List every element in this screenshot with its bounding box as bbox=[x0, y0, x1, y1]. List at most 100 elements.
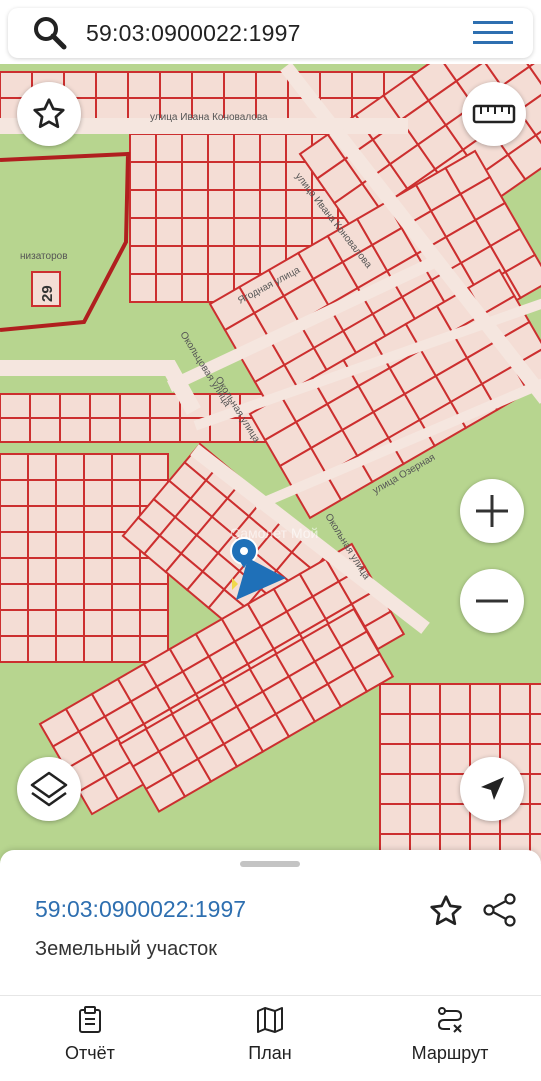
land-parcel bbox=[55, 635, 85, 663]
map-plan-icon bbox=[257, 1007, 283, 1033]
land-parcel bbox=[529, 683, 541, 715]
land-parcel bbox=[439, 803, 471, 835]
land-parcel bbox=[181, 245, 209, 275]
tab-report[interactable]: Отчёт bbox=[10, 996, 170, 1081]
land-parcel bbox=[233, 189, 261, 219]
land-parcel bbox=[155, 161, 183, 191]
land-parcel bbox=[83, 453, 113, 481]
land-parcel bbox=[155, 189, 183, 219]
minus-icon bbox=[476, 599, 508, 603]
land-parcel bbox=[409, 713, 441, 745]
land-parcel bbox=[129, 161, 157, 191]
layers-icon bbox=[30, 771, 68, 807]
route-icon bbox=[437, 1007, 463, 1033]
zoom-in-button[interactable] bbox=[460, 479, 524, 543]
star-outline-icon[interactable] bbox=[428, 893, 464, 929]
land-parcel bbox=[27, 557, 57, 585]
land-parcel bbox=[83, 505, 113, 533]
ruler-button[interactable] bbox=[462, 82, 526, 146]
land-parcel bbox=[27, 479, 57, 507]
land-parcel bbox=[529, 743, 541, 775]
land-parcel bbox=[0, 609, 29, 637]
land-parcel bbox=[379, 803, 411, 835]
land-parcel bbox=[111, 609, 141, 637]
land-parcel bbox=[55, 479, 85, 507]
search-bar[interactable]: 59:03:0900022:1997 bbox=[8, 8, 533, 58]
land-parcel bbox=[139, 609, 169, 637]
land-parcel bbox=[0, 635, 29, 663]
land-parcel bbox=[0, 531, 29, 559]
land-parcel bbox=[29, 393, 61, 419]
ruler-icon bbox=[472, 104, 516, 124]
land-parcel bbox=[379, 683, 411, 715]
land-parcel bbox=[95, 71, 129, 99]
land-parcel bbox=[259, 161, 287, 191]
land-parcel bbox=[259, 133, 287, 163]
parcel-block-west bbox=[0, 453, 169, 663]
land-parcel bbox=[207, 189, 235, 219]
land-parcel bbox=[181, 189, 209, 219]
land-parcel bbox=[149, 393, 181, 419]
land-parcel bbox=[155, 273, 183, 303]
land-parcel bbox=[127, 71, 161, 99]
menu-icon[interactable] bbox=[473, 19, 513, 47]
navigation-arrow-icon bbox=[481, 777, 504, 800]
land-parcel bbox=[469, 713, 501, 745]
land-parcel bbox=[111, 557, 141, 585]
zoom-out-button[interactable] bbox=[460, 569, 524, 633]
land-parcel bbox=[223, 71, 257, 99]
land-parcel bbox=[27, 583, 57, 611]
land-parcel bbox=[0, 505, 29, 533]
land-parcel bbox=[89, 417, 121, 443]
land-parcel bbox=[27, 453, 57, 481]
land-parcel bbox=[529, 773, 541, 805]
land-parcel bbox=[499, 683, 531, 715]
land-parcel bbox=[129, 273, 157, 303]
land-parcel bbox=[379, 773, 411, 805]
land-parcel bbox=[129, 189, 157, 219]
share-icon[interactable] bbox=[481, 891, 519, 929]
plus-icon bbox=[476, 495, 508, 527]
land-parcel bbox=[111, 453, 141, 481]
land-parcel bbox=[55, 557, 85, 585]
land-parcel bbox=[0, 557, 29, 585]
land-parcel bbox=[181, 161, 209, 191]
land-parcel bbox=[129, 217, 157, 247]
map-view[interactable]: улица Ивана Коновалова улица Ивана Конов… bbox=[0, 64, 541, 864]
land-parcel bbox=[149, 417, 181, 443]
sheet-handle[interactable] bbox=[240, 861, 300, 867]
land-parcel bbox=[499, 713, 531, 745]
favorite-button[interactable] bbox=[17, 82, 81, 146]
land-parcel bbox=[207, 217, 235, 247]
tab-plan[interactable]: План bbox=[190, 996, 350, 1081]
search-input[interactable]: 59:03:0900022:1997 bbox=[86, 20, 473, 47]
my-location-button[interactable] bbox=[460, 757, 524, 821]
object-cadastral-number[interactable]: 59:03:0900022:1997 bbox=[35, 896, 246, 923]
land-parcel bbox=[233, 217, 261, 247]
land-parcel bbox=[409, 803, 441, 835]
land-parcel bbox=[129, 245, 157, 275]
tab-route[interactable]: Маршрут bbox=[370, 996, 530, 1081]
search-icon[interactable] bbox=[32, 15, 68, 51]
land-parcel bbox=[0, 393, 31, 419]
land-parcel bbox=[139, 453, 169, 481]
land-parcel bbox=[191, 71, 225, 99]
land-parcel bbox=[181, 217, 209, 247]
land-parcel bbox=[181, 133, 209, 163]
land-parcel bbox=[207, 133, 235, 163]
report-clipboard-icon bbox=[79, 1006, 101, 1033]
tab-plan-label: План bbox=[248, 1043, 292, 1063]
land-parcel bbox=[379, 713, 411, 745]
land-parcel bbox=[83, 583, 113, 611]
land-parcel bbox=[83, 557, 113, 585]
land-parcel bbox=[119, 417, 151, 443]
land-parcel bbox=[111, 583, 141, 611]
land-parcel bbox=[111, 479, 141, 507]
house-number: 29 bbox=[39, 285, 56, 302]
layers-button[interactable] bbox=[17, 757, 81, 821]
land-parcel bbox=[155, 217, 183, 247]
land-parcel bbox=[89, 393, 121, 419]
land-parcel bbox=[27, 505, 57, 533]
land-parcel bbox=[29, 417, 61, 443]
land-parcel bbox=[111, 635, 141, 663]
